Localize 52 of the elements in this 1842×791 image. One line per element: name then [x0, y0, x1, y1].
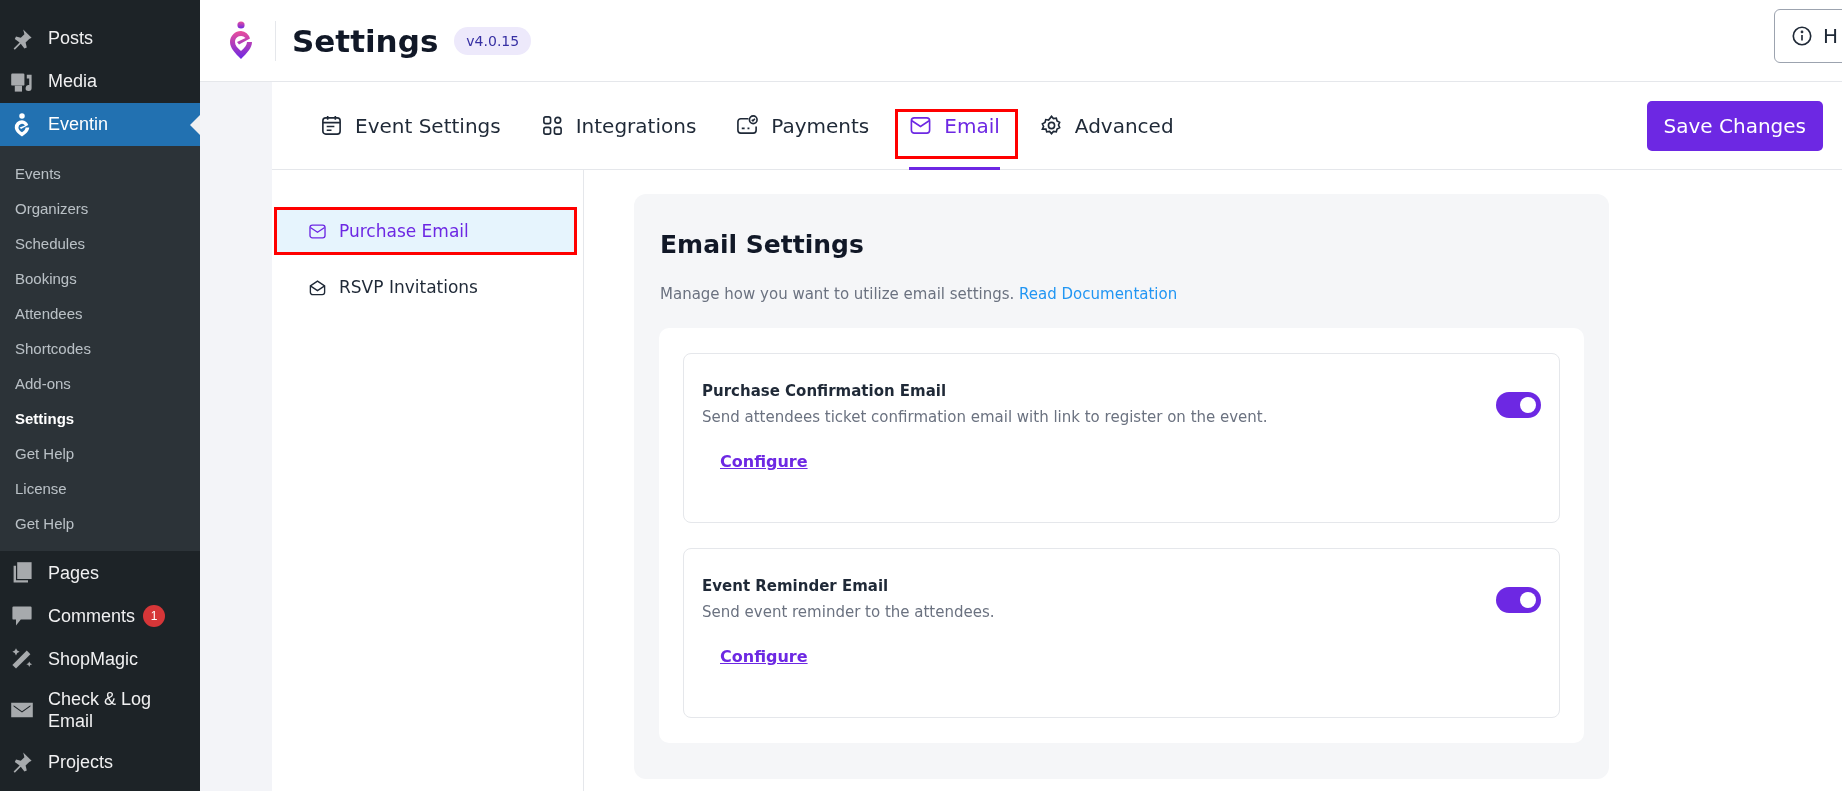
- submenu-item[interactable]: Bookings: [0, 261, 200, 296]
- submenu-item[interactable]: Add-ons: [0, 366, 200, 401]
- settings-tab[interactable]: Integrations: [522, 81, 715, 170]
- count-badge: 1: [143, 604, 166, 627]
- section-description: Manage how you want to utilize email settings. Read Documentation: [660, 285, 1179, 303]
- eventin-logo-icon: [228, 20, 254, 61]
- section-title: Email Settings: [660, 230, 865, 259]
- submenu-item[interactable]: Get Help: [0, 506, 200, 541]
- setting-description: Send event reminder to the attendees.: [702, 603, 996, 621]
- admin-menu-item[interactable]: Posts: [0, 17, 200, 60]
- side-nav-item[interactable]: Purchase Email: [274, 207, 577, 255]
- toggle-switch[interactable]: [1496, 587, 1541, 613]
- save-changes-button[interactable]: Save Changes: [1646, 100, 1823, 151]
- configure-link[interactable]: Configure: [720, 647, 808, 666]
- settings-tab[interactable]: Event Settings: [302, 81, 519, 170]
- admin-menu-item[interactable]: Media: [0, 60, 200, 103]
- settings-tab[interactable]: Advanced: [1021, 81, 1192, 170]
- settings-tab[interactable]: Payments: [718, 81, 888, 170]
- help-button[interactable]: H: [1774, 9, 1842, 63]
- setting-title: Event Reminder Email: [702, 577, 890, 595]
- setting-title: Purchase Confirmation Email: [702, 382, 948, 400]
- calendar-icon: [320, 114, 343, 137]
- page-title: Settings: [292, 22, 439, 59]
- submenu-item[interactable]: Get Help: [0, 436, 200, 471]
- admin-menu-item[interactable]: Comments 1: [0, 594, 200, 637]
- toggle-switch[interactable]: [1496, 392, 1541, 418]
- submenu-item[interactable]: Organizers: [0, 191, 200, 226]
- wallet-icon: [736, 114, 760, 137]
- admin-menu-item[interactable]: Check & Log Email: [0, 680, 200, 740]
- magic-wand-icon: [10, 646, 34, 671]
- setting-description: Send attendees ticket confirmation email with link to register on the event.: [702, 408, 1269, 426]
- submenu-item[interactable]: Shortcodes: [0, 331, 200, 366]
- submenu-item[interactable]: Settings: [0, 401, 200, 436]
- open-envelope-icon: [308, 277, 327, 297]
- grid-icon: [540, 114, 564, 137]
- envelope-icon: [308, 221, 327, 241]
- settings-icon: [1039, 114, 1063, 137]
- settings-tab[interactable]: Email: [891, 81, 1018, 170]
- submenu-item[interactable]: Attendees: [0, 296, 200, 331]
- submenu-item[interactable]: Events: [0, 156, 200, 191]
- configure-link[interactable]: Configure: [720, 452, 808, 471]
- side-nav-item[interactable]: RSVP Invitations: [274, 263, 577, 311]
- info-icon: [1791, 25, 1813, 47]
- admin-menu-item[interactable]: Eventin: [0, 103, 200, 146]
- envelope-icon: [909, 114, 933, 137]
- version-badge: v4.0.15: [454, 26, 532, 55]
- speech-bubble-icon: [10, 603, 34, 628]
- admin-menu-item[interactable]: Projects: [0, 740, 200, 783]
- admin-menu-item[interactable]: ShopMagic: [0, 637, 200, 680]
- admin-menu-item[interactable]: Pages: [0, 551, 200, 594]
- submenu-item[interactable]: License: [0, 471, 200, 506]
- submenu-item[interactable]: Schedules: [0, 226, 200, 261]
